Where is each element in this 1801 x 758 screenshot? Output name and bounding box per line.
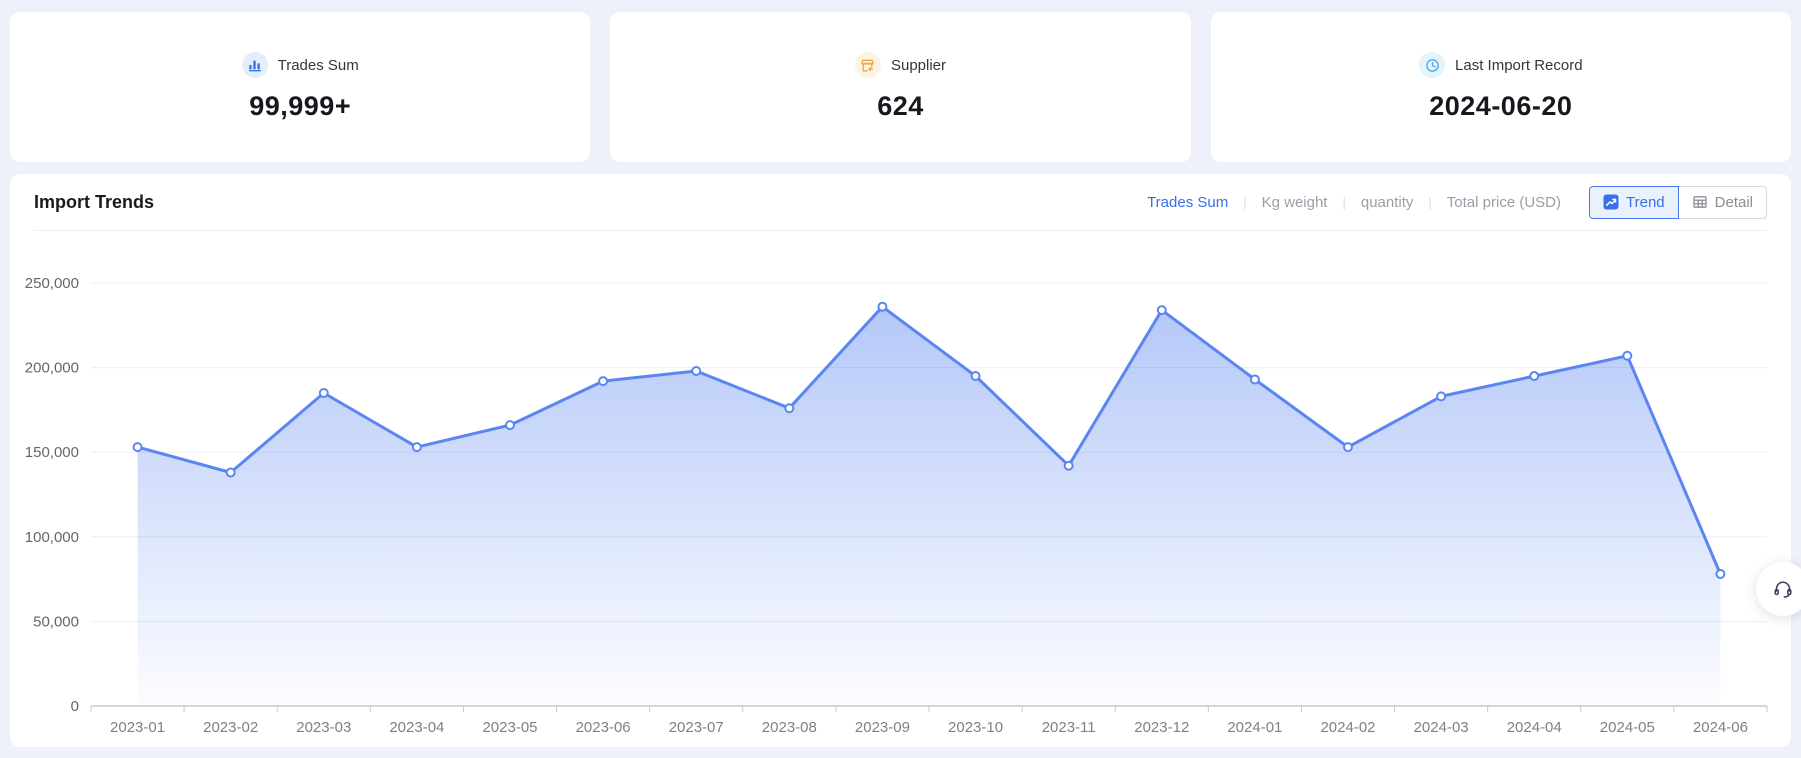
- view-toggle-group: Trend Detail: [1589, 186, 1767, 219]
- x-axis-label: 2024-02: [1320, 719, 1375, 736]
- data-point[interactable]: [785, 404, 793, 412]
- x-axis-label: 2024-03: [1414, 719, 1469, 736]
- chart-title: Import Trends: [34, 192, 154, 213]
- stat-value: 2024-06-20: [1429, 91, 1572, 122]
- tab-separator: |: [1342, 195, 1345, 210]
- x-axis-label: 2023-12: [1134, 719, 1189, 736]
- data-point[interactable]: [1530, 372, 1538, 380]
- tab-total-price[interactable]: Total price (USD): [1447, 194, 1561, 211]
- data-point[interactable]: [1623, 352, 1631, 360]
- x-axis-label: 2024-06: [1693, 719, 1748, 736]
- trend-view-button[interactable]: Trend: [1589, 186, 1679, 219]
- stat-label: Supplier: [891, 57, 946, 74]
- stat-value: 99,999+: [249, 91, 351, 122]
- x-axis-label: 2023-01: [110, 719, 165, 736]
- stat-value: 624: [877, 91, 924, 122]
- stat-label: Trades Sum: [278, 57, 359, 74]
- data-point[interactable]: [1158, 306, 1166, 314]
- tab-separator: |: [1243, 195, 1246, 210]
- x-axis-label: 2024-01: [1227, 719, 1282, 736]
- x-axis-label: 2024-04: [1507, 719, 1562, 736]
- stat-card-supplier: Supplier 624: [610, 12, 1190, 162]
- bar-chart-icon: [242, 52, 268, 78]
- y-axis-label: 150,000: [25, 444, 79, 461]
- data-point[interactable]: [413, 443, 421, 451]
- y-axis-label: 200,000: [25, 360, 79, 377]
- y-axis-label: 100,000: [25, 529, 79, 546]
- y-axis-label: 250,000: [25, 275, 79, 292]
- storefront-icon: [855, 52, 881, 78]
- tab-trades-sum[interactable]: Trades Sum: [1147, 194, 1228, 211]
- table-icon: [1692, 194, 1708, 210]
- data-point[interactable]: [599, 377, 607, 385]
- area-fill: [138, 307, 1721, 706]
- dashboard-page: Trades Sum 99,999+ Supplier 624: [0, 0, 1801, 758]
- trend-icon: [1603, 194, 1619, 210]
- detail-view-button[interactable]: Detail: [1679, 186, 1767, 219]
- data-point[interactable]: [320, 389, 328, 397]
- trend-view-label: Trend: [1626, 194, 1665, 211]
- x-axis-label: 2023-09: [855, 719, 910, 736]
- metric-tabs: Trades Sum | Kg weight | quantity | Tota…: [1147, 194, 1561, 211]
- tab-separator: |: [1428, 195, 1431, 210]
- tab-kg-weight[interactable]: Kg weight: [1262, 194, 1328, 211]
- x-axis-label: 2023-05: [482, 719, 537, 736]
- x-axis-label: 2023-08: [762, 719, 817, 736]
- x-axis-label: 2023-10: [948, 719, 1003, 736]
- x-axis-label: 2024-05: [1600, 719, 1655, 736]
- data-point[interactable]: [692, 367, 700, 375]
- data-point[interactable]: [1716, 570, 1724, 578]
- x-axis-label: 2023-02: [203, 719, 258, 736]
- x-axis-label: 2023-07: [669, 719, 724, 736]
- x-axis-label: 2023-03: [296, 719, 351, 736]
- data-point[interactable]: [506, 421, 514, 429]
- clock-icon: [1419, 52, 1445, 78]
- data-point[interactable]: [134, 443, 142, 451]
- tab-quantity[interactable]: quantity: [1361, 194, 1414, 211]
- y-axis-label: 0: [71, 698, 79, 715]
- data-point[interactable]: [1065, 462, 1073, 470]
- chart-header: Import Trends Trades Sum | Kg weight | q…: [10, 174, 1791, 230]
- x-axis-label: 2023-04: [389, 719, 444, 736]
- headset-icon: [1772, 578, 1794, 600]
- y-axis-label: 50,000: [33, 613, 79, 630]
- data-point[interactable]: [227, 469, 235, 477]
- stat-row: Trades Sum 99,999+ Supplier 624: [10, 12, 1791, 162]
- data-point[interactable]: [972, 372, 980, 380]
- data-point[interactable]: [1344, 443, 1352, 451]
- support-float-button[interactable]: [1756, 562, 1801, 616]
- detail-view-label: Detail: [1715, 194, 1753, 211]
- stat-label: Last Import Record: [1455, 57, 1583, 74]
- trend-chart-svg[interactable]: 0 50,000 100,000 150,000 200,000 250,000 2023-…: [10, 231, 1791, 748]
- x-axis-label: 2023-11: [1042, 719, 1096, 736]
- data-point[interactable]: [1251, 375, 1259, 383]
- data-point[interactable]: [878, 303, 886, 311]
- stat-card-last-import: Last Import Record 2024-06-20: [1211, 12, 1791, 162]
- import-trends-card: Import Trends Trades Sum | Kg weight | q…: [10, 174, 1791, 747]
- stat-card-trades-sum: Trades Sum 99,999+: [10, 12, 590, 162]
- x-axis-label: 2023-06: [576, 719, 631, 736]
- data-point[interactable]: [1437, 392, 1445, 400]
